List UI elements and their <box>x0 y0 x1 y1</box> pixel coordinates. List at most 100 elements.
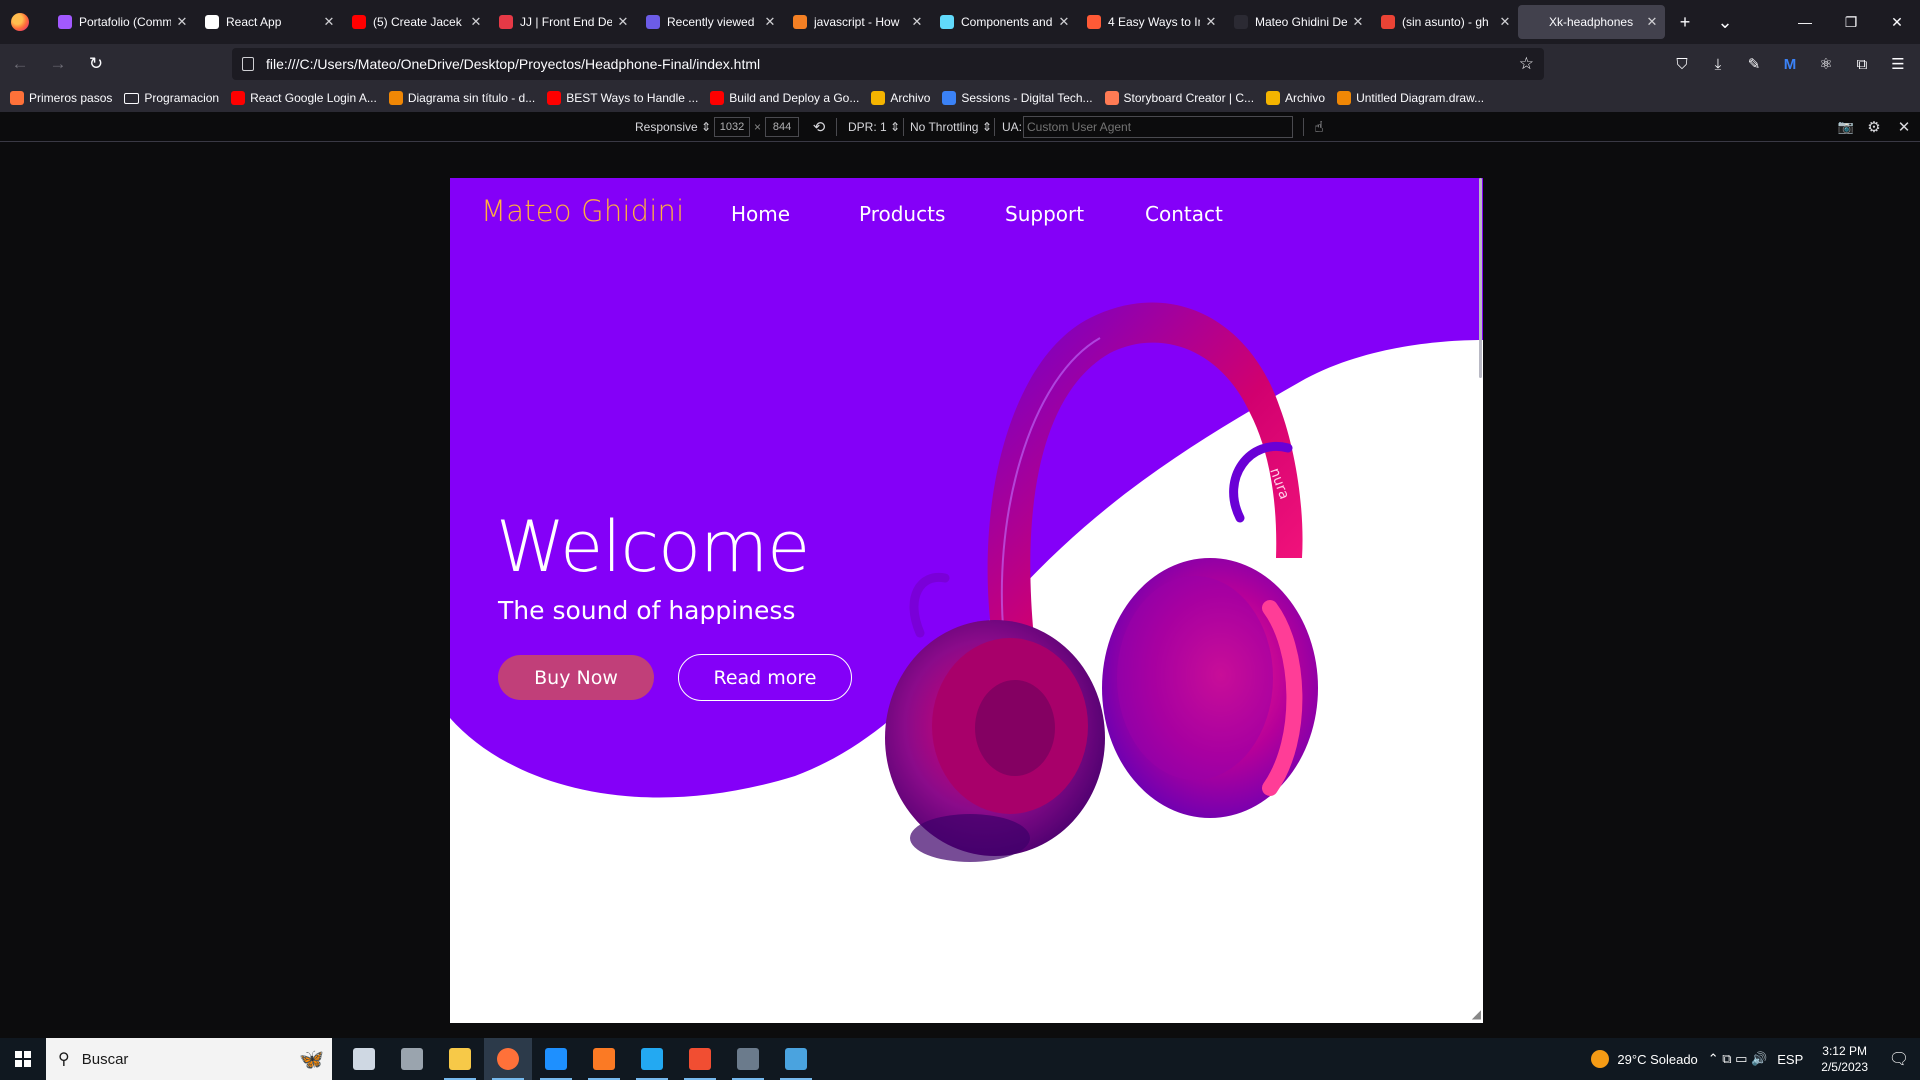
bookmark-item[interactable]: React Google Login A... <box>231 91 377 105</box>
m-extension-icon[interactable]: M <box>1772 48 1808 80</box>
buy-now-button[interactable]: Buy Now <box>498 655 654 700</box>
device-selector[interactable]: Responsive ⇕ <box>635 112 711 142</box>
bookmark-item[interactable]: Sessions - Digital Tech... <box>942 91 1093 105</box>
clock[interactable]: 3:12 PM 2/5/2023 <box>1821 1043 1868 1075</box>
close-tab-icon[interactable]: ✕ <box>616 14 630 30</box>
close-tab-icon[interactable]: ✕ <box>469 14 483 30</box>
read-more-button[interactable]: Read more <box>678 654 852 701</box>
bookmark-star-icon[interactable]: ☆ <box>1519 54 1534 74</box>
browser-tab[interactable]: Recently viewed ✕ <box>636 5 783 39</box>
taskbar-app-git[interactable] <box>676 1038 724 1080</box>
close-tab-icon[interactable]: ✕ <box>1351 14 1365 30</box>
taskbar-app-xampp[interactable] <box>580 1038 628 1080</box>
new-tab-button[interactable]: + <box>1665 5 1705 39</box>
screenshot-icon[interactable]: 📷 <box>1834 112 1858 142</box>
bookmark-favicon-icon <box>942 91 957 105</box>
url-text[interactable]: file:///C:/Users/Mateo/OneDrive/Desktop/… <box>266 56 760 72</box>
browser-tab[interactable]: React App ✕ <box>195 5 342 39</box>
list-all-tabs-icon[interactable]: ⌄ <box>1705 5 1745 39</box>
throttling-selector[interactable]: No Throttling ⇕ <box>910 112 992 142</box>
bookmark-item[interactable]: Primeros pasos <box>10 91 112 105</box>
taskbar-app-task-view[interactable] <box>340 1038 388 1080</box>
bookmark-item[interactable]: Programacion <box>124 91 219 105</box>
reload-icon[interactable]: ↻ <box>78 48 114 80</box>
bookmark-label: Build and Deploy a Go... <box>729 91 860 105</box>
url-bar[interactable]: file:///C:/Users/Mateo/OneDrive/Desktop/… <box>232 48 1544 80</box>
browser-tab[interactable]: Mateo Ghidini Dev ✕ <box>1224 5 1371 39</box>
close-tab-icon[interactable]: ✕ <box>1645 14 1659 30</box>
taskbar-app-vscode[interactable] <box>628 1038 676 1080</box>
weather-text[interactable]: 29°C Soleado <box>1617 1052 1697 1067</box>
close-tab-icon[interactable]: ✕ <box>322 14 336 30</box>
browser-tab[interactable]: javascript - How ✕ <box>783 5 930 39</box>
bookmark-item[interactable]: Archivo <box>871 91 930 105</box>
dpr-selector[interactable]: DPR: 1 ⇕ <box>848 112 900 142</box>
settings-icon[interactable]: ⚙ <box>1862 112 1886 142</box>
bookmark-favicon-icon <box>1104 91 1119 105</box>
xampp-icon <box>593 1048 615 1070</box>
taskbar-app-firefox[interactable] <box>484 1038 532 1080</box>
weather-sun-icon[interactable] <box>1591 1050 1610 1068</box>
bookmark-favicon-icon <box>871 91 886 105</box>
restore-button[interactable]: ❐ <box>1828 0 1874 44</box>
bookmark-item[interactable]: Untitled Diagram.draw... <box>1337 91 1484 105</box>
viewport-scrollbar[interactable] <box>1479 178 1482 378</box>
width-input[interactable]: 1032 <box>714 117 750 137</box>
window-controls: — ❐ ✕ <box>1782 0 1920 44</box>
taskbar-app-calculator[interactable] <box>724 1038 772 1080</box>
bookmark-item[interactable]: Storyboard Creator | C... <box>1104 91 1254 105</box>
forward-icon[interactable]: → <box>40 48 76 80</box>
bookmark-item[interactable]: Archivo <box>1266 91 1325 105</box>
menu-home-link[interactable]: Home <box>731 202 790 226</box>
close-rdm-icon[interactable]: ✕ <box>1892 112 1916 142</box>
height-input[interactable]: 844 <box>765 117 800 137</box>
browser-tab[interactable]: (5) Create Jacek J ✕ <box>342 5 489 39</box>
taskbar-app-db[interactable] <box>388 1038 436 1080</box>
browser-tab[interactable]: 4 Easy Ways to In ✕ <box>1077 5 1224 39</box>
browser-tab[interactable]: Components and ✕ <box>930 5 1077 39</box>
close-tab-icon[interactable]: ✕ <box>175 14 189 30</box>
viewport-resize-handle[interactable]: ◢ <box>1472 1007 1481 1021</box>
start-button[interactable] <box>0 1038 46 1080</box>
pocket-icon[interactable]: ⛉ <box>1664 48 1700 80</box>
menu-products-link[interactable]: Products <box>859 202 945 226</box>
menu-support-link[interactable]: Support <box>1005 202 1084 226</box>
back-icon[interactable]: ← <box>2 48 38 80</box>
notification-center-icon[interactable]: 🗨 <box>1884 1049 1914 1069</box>
browser-tab[interactable]: Xk-headphones ✕ <box>1518 5 1665 39</box>
close-window-button[interactable]: ✕ <box>1874 0 1920 44</box>
app-menu-icon[interactable]: ☰ <box>1880 48 1916 80</box>
bookmark-item[interactable]: Build and Deploy a Go... <box>710 91 859 105</box>
tab-favicon-icon <box>58 15 72 29</box>
react-devtools-icon[interactable]: ⚛ <box>1808 48 1844 80</box>
clock-time: 3:12 PM <box>1822 1044 1867 1058</box>
taskbar-app-photos[interactable] <box>772 1038 820 1080</box>
tray-icons[interactable]: ⌃ ⧉ ▭ 🔊 <box>1708 1051 1767 1067</box>
close-tab-icon[interactable]: ✕ <box>763 14 777 30</box>
pen-extension-icon[interactable]: ✎ <box>1736 48 1772 80</box>
taskbar-search[interactable]: ⚲ Buscar 🦋 <box>46 1038 332 1080</box>
minimize-button[interactable]: — <box>1782 0 1828 44</box>
bookmark-item[interactable]: BEST Ways to Handle ... <box>547 91 698 105</box>
browser-tab[interactable]: JJ | Front End Dev ✕ <box>489 5 636 39</box>
close-tab-icon[interactable]: ✕ <box>1204 14 1218 30</box>
user-agent-field[interactable]: Custom User Agent <box>1023 112 1293 142</box>
menu-contact-link[interactable]: Contact <box>1145 202 1223 226</box>
touch-simulation-icon[interactable]: ☝ <box>1307 112 1331 142</box>
browser-tab[interactable]: (sin asunto) - gh ✕ <box>1371 5 1518 39</box>
site-brand[interactable]: Mateo Ghidini <box>481 194 684 228</box>
close-tab-icon[interactable]: ✕ <box>1057 14 1071 30</box>
rotate-icon[interactable]: ⟲ <box>807 112 831 142</box>
extensions-icon[interactable]: ⧉ <box>1844 48 1880 80</box>
butterfly-decoration-icon: 🦋 <box>299 1048 324 1071</box>
taskbar-app-mail[interactable] <box>532 1038 580 1080</box>
close-tab-icon[interactable]: ✕ <box>910 14 924 30</box>
user-agent-input[interactable]: Custom User Agent <box>1023 116 1293 138</box>
downloads-icon[interactable]: ⤓ <box>1700 48 1736 80</box>
language-indicator[interactable]: ESP <box>1777 1052 1803 1067</box>
close-tab-icon[interactable]: ✕ <box>1498 14 1512 30</box>
firefox-menu-icon[interactable] <box>0 0 40 44</box>
bookmark-item[interactable]: Diagrama sin título - d... <box>388 91 535 105</box>
taskbar-app-file-explorer[interactable] <box>436 1038 484 1080</box>
browser-tab[interactable]: Portafolio (Comm ✕ <box>48 5 195 39</box>
